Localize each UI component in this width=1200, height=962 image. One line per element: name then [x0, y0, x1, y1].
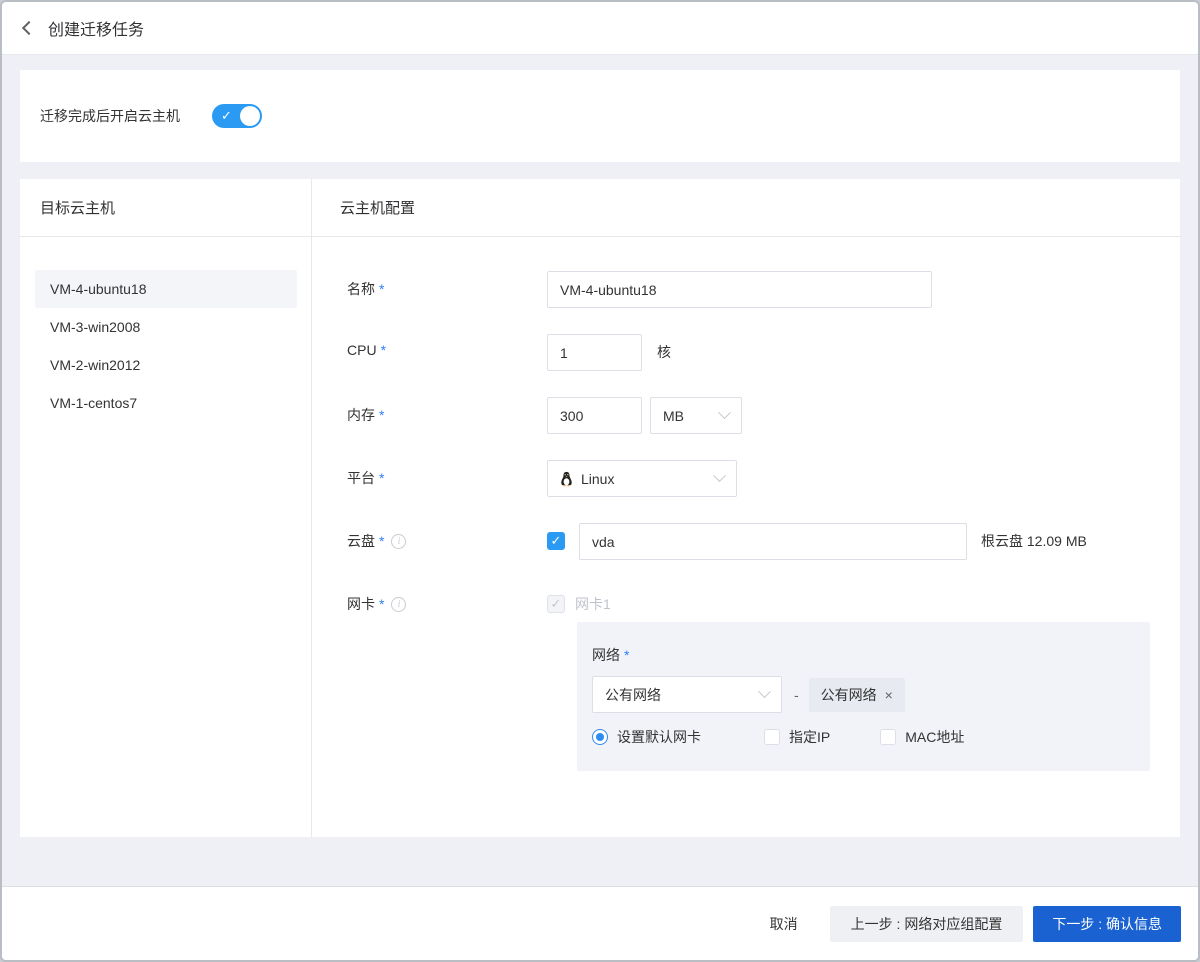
network-tag: 公有网络 ×	[809, 678, 905, 712]
disk-row: 云盘 * i ✓ 根云盘 12.09 MB	[347, 523, 1180, 560]
memory-row: 内存 * MB	[347, 397, 1180, 434]
main-card: 目标云主机 云主机配置 VM-4-ubuntu18 VM-3-win2008 V…	[20, 179, 1180, 837]
cpu-row: CPU * 核	[347, 334, 1180, 371]
network-select[interactable]: 公有网络	[592, 676, 782, 713]
required-asterisk: *	[379, 281, 384, 297]
required-asterisk: *	[624, 647, 629, 663]
vm-list-item[interactable]: VM-2-win2012	[35, 346, 297, 384]
main-body: VM-4-ubuntu18 VM-3-win2008 VM-2-win2012 …	[20, 237, 1180, 837]
name-input[interactable]	[547, 271, 932, 308]
page-title: 创建迁移任务	[48, 16, 144, 40]
cpu-input[interactable]	[547, 334, 642, 371]
name-row: 名称 *	[347, 271, 1180, 308]
nic-label-cell: 网卡 * i	[347, 586, 547, 614]
memory-label: 内存	[347, 405, 375, 425]
power-on-label: 迁移完成后开启云主机	[40, 106, 180, 126]
nic-network-panel: 网络 * 公有网络 - 公有网络 ×	[577, 622, 1150, 771]
memory-input[interactable]	[547, 397, 642, 434]
memory-unit-select[interactable]: MB	[650, 397, 742, 434]
network-tag-label: 公有网络	[821, 685, 877, 705]
platform-value: Linux	[581, 471, 715, 487]
chevron-down-icon	[713, 469, 726, 482]
memory-unit-value: MB	[663, 408, 720, 424]
wizard-footer: 取消 上一步 : 网络对应组配置 下一步 : 确认信息	[2, 886, 1198, 960]
info-icon: i	[391, 534, 406, 549]
platform-select[interactable]: Linux	[547, 460, 737, 497]
mapping-separator: -	[794, 687, 799, 703]
network-select-value: 公有网络	[605, 685, 760, 705]
nic-options-row: 设置默认网卡 指定IP MAC地址	[592, 727, 1135, 747]
assign-ip-label: 指定IP	[789, 727, 830, 747]
default-nic-radio[interactable]	[592, 729, 608, 745]
required-asterisk: *	[379, 470, 384, 486]
platform-row: 平台 *	[347, 460, 1180, 497]
tag-close-icon[interactable]: ×	[885, 687, 893, 703]
cpu-label: CPU	[347, 342, 377, 358]
platform-label: 平台	[347, 468, 375, 488]
nic-row: 网卡 * i ✓ 网卡1	[347, 586, 1180, 623]
memory-label-cell: 内存 *	[347, 397, 547, 425]
chevron-down-icon	[718, 406, 731, 419]
name-label-cell: 名称 *	[347, 271, 547, 299]
cancel-button[interactable]: 取消	[756, 906, 812, 942]
disk-controls: ✓ 根云盘 12.09 MB	[547, 523, 1087, 560]
power-on-toggle[interactable]: ✓	[212, 104, 262, 128]
disk-checkbox[interactable]: ✓	[547, 532, 565, 550]
vm-list-item[interactable]: VM-3-win2008	[35, 308, 297, 346]
network-mapping-row: 公有网络 - 公有网络 ×	[592, 676, 1135, 713]
required-asterisk: *	[379, 596, 384, 612]
network-label: 网络	[592, 645, 620, 665]
chevron-down-icon	[758, 685, 771, 698]
nic-checkbox-disabled: ✓	[547, 595, 565, 613]
cpu-unit-label: 核	[657, 334, 671, 371]
page-content: 迁移完成后开启云主机 ✓ 目标云主机 云主机配置 VM-4-ubuntu18 V…	[2, 55, 1198, 886]
back-icon[interactable]	[22, 21, 36, 35]
checkbox-check-icon: ✓	[551, 596, 562, 612]
required-asterisk: *	[379, 533, 384, 549]
nic-label: 网卡	[347, 594, 375, 614]
disk-label-cell: 云盘 * i	[347, 523, 547, 551]
linux-penguin-icon	[560, 471, 573, 487]
mac-address-label: MAC地址	[905, 727, 964, 747]
vm-config-panel-title: 云主机配置	[312, 179, 1180, 236]
page-header: 创建迁移任务	[2, 2, 1198, 55]
name-label: 名称	[347, 279, 375, 299]
vm-list-item[interactable]: VM-4-ubuntu18	[35, 270, 297, 308]
target-vm-panel-title: 目标云主机	[20, 179, 312, 236]
info-icon: i	[391, 597, 406, 612]
root-disk-size-note: 根云盘 12.09 MB	[981, 523, 1087, 560]
vm-config-form: 名称 * CPU * 核	[312, 237, 1180, 837]
target-vm-list: VM-4-ubuntu18 VM-3-win2008 VM-2-win2012 …	[20, 237, 312, 837]
required-asterisk: *	[379, 407, 384, 423]
next-step-button[interactable]: 下一步 : 确认信息	[1033, 906, 1181, 942]
disk-label: 云盘	[347, 531, 375, 551]
disk-name-input[interactable]	[579, 523, 967, 560]
power-on-card: 迁移完成后开启云主机 ✓	[20, 70, 1180, 162]
nic-name-label: 网卡1	[575, 586, 611, 614]
toggle-knob	[240, 106, 260, 126]
checkbox-check-icon: ✓	[551, 533, 562, 549]
nic-controls: ✓ 网卡1	[547, 586, 611, 614]
assign-ip-checkbox[interactable]	[764, 729, 780, 745]
create-migration-task-page: 创建迁移任务 迁移完成后开启云主机 ✓ 目标云主机 云主机配置 VM-4-ubu…	[0, 0, 1200, 962]
mac-address-checkbox[interactable]	[880, 729, 896, 745]
required-asterisk: *	[381, 342, 386, 358]
section-headers: 目标云主机 云主机配置	[20, 179, 1180, 237]
toggle-check-icon: ✓	[221, 108, 232, 124]
vm-list-item[interactable]: VM-1-centos7	[35, 384, 297, 422]
previous-step-button[interactable]: 上一步 : 网络对应组配置	[830, 906, 1024, 942]
default-nic-radio-label: 设置默认网卡	[617, 727, 701, 747]
platform-label-cell: 平台 *	[347, 460, 547, 488]
cpu-label-cell: CPU *	[347, 334, 547, 358]
network-label-cell: 网络 *	[592, 645, 1135, 665]
